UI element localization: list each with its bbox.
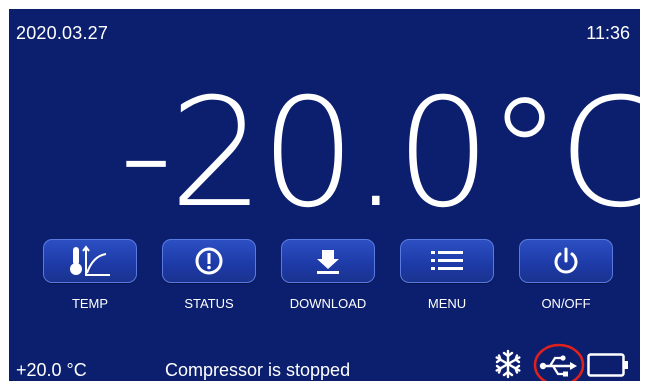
list-menu-icon [431,251,463,270]
status-message: Compressor is stopped [165,360,351,380]
temp-button-label: TEMP [71,296,109,311]
current-temperature: -20.0°C [119,67,640,241]
temp-button-group: TEMP [43,239,137,311]
temp-button[interactable] [43,239,137,283]
controller-screen: 2020.03.27 11:36 -20.0°C TEMP STATUS DOW… [9,9,640,381]
status-button-label: STATUS [184,296,234,311]
download-arrow-icon [317,250,339,274]
setpoint-temperature: +20.0 °C [16,360,87,380]
date-display: 2020.03.27 [16,23,109,43]
exclamation-circle-icon [195,247,223,275]
power-icon [554,247,578,274]
menu-button[interactable] [400,239,494,283]
thermometer-graph-icon [70,245,110,276]
on-off-button[interactable] [519,239,613,283]
battery-icon [587,353,628,377]
menu-button-label: MENU [427,296,467,311]
status-button[interactable] [162,239,256,283]
on-off-button-group: ON/OFF [519,239,613,311]
download-button-group: DOWNLOAD [281,239,375,311]
time-display: 11:36 [586,23,630,43]
menu-button-group: MENU [400,239,494,311]
status-button-group: STATUS [162,239,256,311]
download-button-label: DOWNLOAD [289,296,367,311]
on-off-button-label: ON/OFF [541,296,591,311]
snowflake-icon [495,349,521,379]
usb-icon [533,343,585,381]
button-row: TEMP STATUS DOWNLOAD MENU ON/OFF [43,239,623,319]
download-button[interactable] [281,239,375,283]
